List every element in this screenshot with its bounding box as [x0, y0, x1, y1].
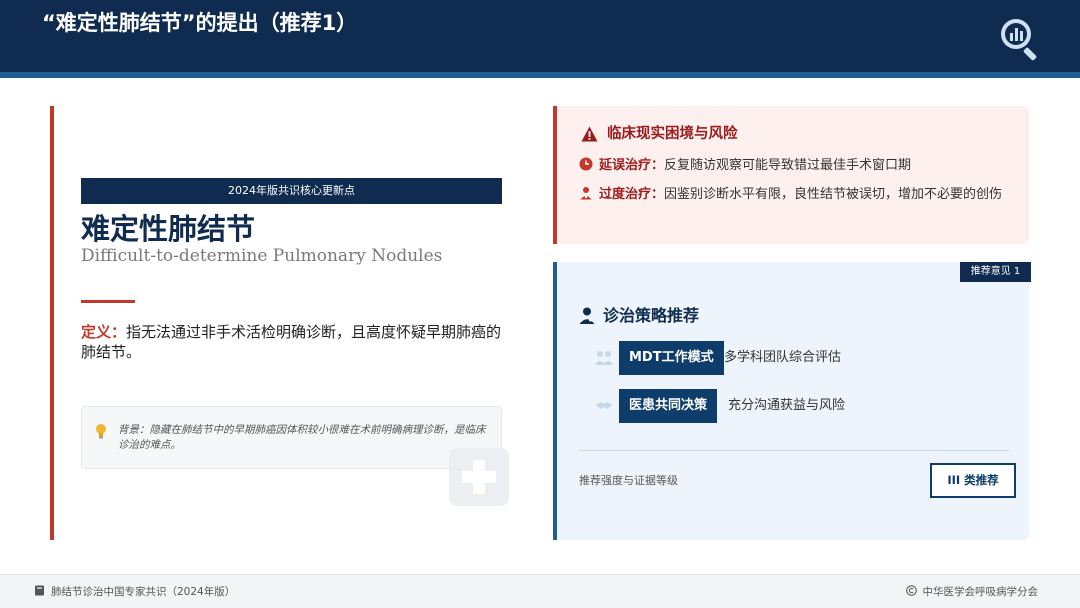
book-icon [35, 585, 44, 596]
footer-copyright-text: 中华医学会呼吸病学分会 [922, 586, 1039, 598]
copyright-icon [905, 585, 917, 596]
definition-body: 指无法通过非手术活检明确诊断，且高度怀疑早期肺癌的肺结节。 [81, 323, 502, 361]
medical-kit-icon [449, 448, 509, 506]
clock-icon [579, 157, 593, 171]
footer-bar: 肺结节诊治中国专家共识（2024年版） 中华医学会呼吸病学分会 [0, 574, 1080, 608]
risk-item-text: 因鉴别诊断水平有限，良性结节被误切，增加不必要的创伤 [664, 187, 1003, 202]
mode-description: 充分沟通获益与风险 [728, 398, 846, 413]
risk-item-text: 反复随访观察可能导致错过最佳手术窗口期 [664, 158, 912, 173]
risk-card: 临床现实困境与风险 延误治疗：反复随访观察可能导致错过最佳手术窗口期 过度治疗：… [553, 106, 1029, 244]
mode-label: MDT工作模式 [619, 341, 724, 375]
definition-label: 定义： [81, 323, 127, 341]
risk-item-overtreatment: 过度治疗：因鉴别诊断水平有限，良性结节被误切，增加不必要的创伤 [579, 186, 1002, 204]
footer-source: 肺结节诊治中国专家共识（2024年版） [34, 585, 235, 599]
strategy-divider [579, 450, 1009, 451]
background-text: 背景：隐藏在肺结节中的早期肺癌因体积较小很难在术前明确病理诊断，是临床诊治的难点… [118, 424, 486, 451]
chart-search-icon [1001, 19, 1037, 61]
footer-copyright: 中华医学会呼吸病学分会 [905, 585, 1039, 599]
recommendation-tag: 推荐意见 1 [960, 262, 1031, 282]
risk-item-label: 过度治疗： [599, 187, 665, 202]
risk-title: 临床现实困境与风险 [581, 124, 738, 144]
update-badge: 2024年版共识核心更新点 [81, 178, 502, 204]
doctor-icon [579, 307, 595, 324]
risk-item-label: 延误治疗： [599, 158, 665, 173]
heading-underline [81, 300, 135, 303]
surgeon-icon [580, 187, 592, 200]
team-icon [595, 351, 613, 365]
strategy-title: 诊治策略推荐 [579, 305, 699, 327]
handshake-icon [596, 402, 612, 409]
definition-text: 定义：指无法通过非手术活检明确诊断，且高度怀疑早期肺癌的肺结节。 [81, 322, 511, 362]
recommendation-class-badge: III 类推荐 [930, 463, 1016, 498]
background-note: 背景：隐藏在肺结节中的早期肺癌因体积较小很难在术前明确病理诊断，是临床诊治的难点… [81, 406, 502, 469]
mode-description: 多学科团队综合评估 [724, 350, 842, 365]
mode-label: 医患共同决策 [619, 389, 718, 423]
page-title: “难定性肺结节”的提出（推荐1） [42, 11, 358, 35]
main-heading: 难定性肺结节 [81, 212, 256, 246]
footer-source-text: 肺结节诊治中国专家共识（2024年版） [51, 586, 236, 598]
evidence-label: 推荐强度与证据等级 [579, 474, 678, 487]
header-bar: “难定性肺结节”的提出（推荐1） [0, 0, 1080, 78]
risk-item-delay: 延误治疗：反复随访观察可能导致错过最佳手术窗口期 [579, 157, 911, 175]
lightbulb-icon [96, 424, 106, 439]
strategy-title-text: 诊治策略推荐 [603, 306, 700, 325]
strategy-card: 推荐意见 1 诊治策略推荐 MDT工作模式 多学科团队综合评估 医患共同决策 充… [553, 262, 1031, 540]
risk-title-text: 临床现实困境与风险 [607, 126, 738, 142]
warning-icon [581, 126, 598, 142]
header-stripe [0, 72, 1080, 78]
left-accent-bar [50, 106, 54, 540]
english-subtitle: Difficult-to-determine Pulmonary Nodules [81, 246, 443, 266]
